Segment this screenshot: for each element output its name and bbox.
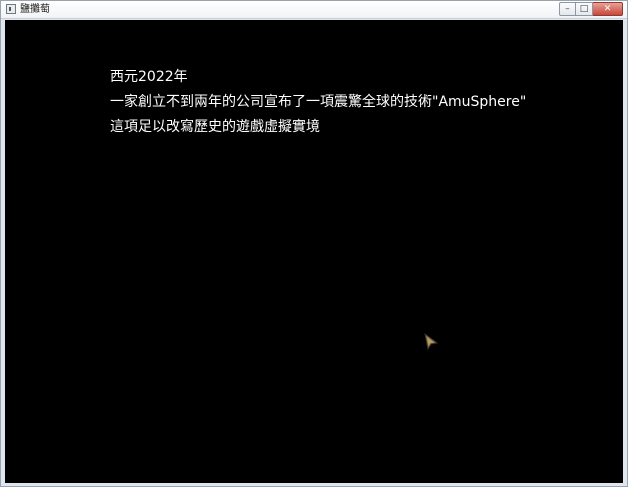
- story-line-1: 西元2022年: [110, 69, 188, 85]
- window-controls: – □ ✕: [559, 2, 623, 16]
- app-window: 鹽攤萄 – □ ✕ 西元2022年 一家創立不到兩年的公司宣布了一項震驚全球的技…: [0, 0, 628, 487]
- game-screen[interactable]: 西元2022年 一家創立不到兩年的公司宣布了一項震驚全球的技術"AmuSpher…: [5, 20, 623, 483]
- story-text: 西元2022年 一家創立不到兩年的公司宣布了一項震驚全球的技術"AmuSpher…: [110, 65, 526, 140]
- advance-arrow-cursor-icon[interactable]: [423, 333, 439, 351]
- close-button[interactable]: ✕: [593, 2, 623, 16]
- app-icon[interactable]: [6, 4, 16, 14]
- minimize-button[interactable]: –: [559, 2, 576, 16]
- story-line-3: 這項足以改寫歷史的遊戲虛擬實境: [110, 119, 320, 135]
- window-title: 鹽攤萄: [20, 4, 50, 15]
- maximize-button[interactable]: □: [576, 2, 593, 16]
- story-line-2: 一家創立不到兩年的公司宣布了一項震驚全球的技術"AmuSphere": [110, 94, 527, 110]
- title-bar[interactable]: 鹽攤萄 – □ ✕: [1, 1, 627, 19]
